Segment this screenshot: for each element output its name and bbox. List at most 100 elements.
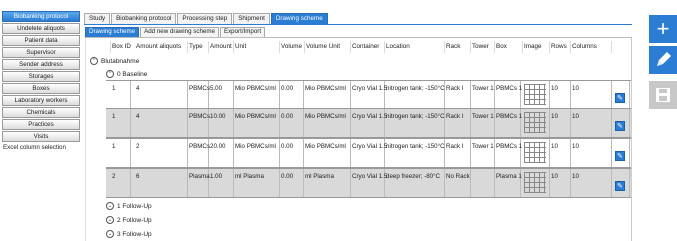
table-row[interactable]: 1 2 PBMCs 20.00 Mio PBMCs/ml 0.00 Mio PBMCs/ml… xyxy=(106,138,631,168)
tab-processing-step[interactable]: Processing step xyxy=(177,13,233,24)
cell-volume: 0.00 xyxy=(281,113,294,120)
col-header-amount-aliquots[interactable]: Amount aliquots xyxy=(136,43,181,50)
box-image xyxy=(524,112,546,133)
nav-supervisor[interactable]: Supervisor xyxy=(2,47,80,58)
table-row[interactable]: 1 4 PBMCs 10.00 Mio PBMCs/ml 0.00 Mio PBMCs/ml… xyxy=(106,108,631,138)
collapse-icon[interactable]: ⌃ xyxy=(106,70,114,78)
cell-amount: 5.00 xyxy=(210,85,223,92)
cell-container: Cryo Vial 1.5 xyxy=(352,173,388,180)
subtab-export-import[interactable]: Export/Import xyxy=(219,27,266,37)
cell-location: deep freezer; -80°C xyxy=(386,173,441,180)
add-button[interactable]: + xyxy=(649,15,677,43)
pencil-icon: ✎ xyxy=(617,123,623,130)
cell-columns: 10 xyxy=(572,85,579,92)
collapse-icon[interactable]: ⌃ xyxy=(90,57,98,65)
group-label: 1 Follow-Up xyxy=(117,202,152,210)
nav-boxes[interactable]: Boxes xyxy=(2,83,80,94)
cell-amount-aliquots: 2 xyxy=(136,143,140,150)
tab-biobanking-protocol[interactable]: Biobanking protocol xyxy=(111,13,177,24)
cell-divider xyxy=(350,81,351,109)
header-divider xyxy=(350,41,351,53)
group-follow-up-3[interactable]: ⌄ 3 Follow-Up xyxy=(106,230,152,238)
header-divider xyxy=(470,41,471,53)
cell-divider xyxy=(233,109,234,137)
col-header-location[interactable]: Location xyxy=(386,43,410,50)
cell-divider xyxy=(549,139,550,167)
col-header-volume-unit[interactable]: Volume Unit xyxy=(306,43,340,50)
row-edit-button[interactable]: ✎ xyxy=(615,151,625,161)
cell-divider xyxy=(570,109,571,137)
row-edit-button[interactable]: ✎ xyxy=(615,181,625,191)
cell-divider xyxy=(130,139,131,167)
cell-divider xyxy=(279,169,280,197)
cell-divider xyxy=(350,109,351,137)
tab-study[interactable]: Study xyxy=(84,13,111,24)
col-header-type[interactable]: Type xyxy=(189,43,203,50)
nav-excel-column-selection[interactable]: Excel column selection xyxy=(2,143,80,154)
cell-location: nitrogen tank; -150°C xyxy=(386,143,445,150)
cell-rows: 10 xyxy=(551,85,558,92)
pencil-icon: ✎ xyxy=(617,153,623,160)
col-header-tower[interactable]: Tower xyxy=(472,43,489,50)
col-header-volume[interactable]: Volume xyxy=(281,43,302,50)
col-header-container[interactable]: Container xyxy=(352,43,379,50)
header-divider xyxy=(444,41,445,53)
tab-shipment[interactable]: Shipment xyxy=(233,13,270,24)
subtab-drawing-scheme[interactable]: Drawing scheme xyxy=(85,27,140,37)
row-edit-button[interactable]: ✎ xyxy=(615,121,625,131)
col-header-rows[interactable]: Rows xyxy=(551,43,567,50)
group-follow-up-1[interactable]: ⌄ 1 Follow-Up xyxy=(106,202,152,210)
expand-icon[interactable]: ⌄ xyxy=(106,230,114,238)
box-image xyxy=(524,142,546,163)
subtab-add-new-drawing-scheme[interactable]: Add new drawing scheme xyxy=(140,27,219,37)
cell-divider xyxy=(303,169,304,197)
col-header-rack[interactable]: Rack xyxy=(446,43,460,50)
cell-unit: ml Plasma xyxy=(235,173,264,180)
nav-visits[interactable]: Visits xyxy=(2,131,80,142)
group-blutabnahme[interactable]: ⌃ Blutabnahme xyxy=(90,57,139,65)
cell-volume: 0.00 xyxy=(281,173,294,180)
nav-sender-address[interactable]: Sender address xyxy=(2,59,80,70)
col-header-unit[interactable]: Unit xyxy=(235,43,246,50)
nav-undelete-aliquots[interactable]: Undelete aliquots xyxy=(2,23,80,34)
cell-type: Plasma xyxy=(189,173,210,180)
col-header-amount[interactable]: Amount xyxy=(210,43,232,50)
left-navigation: Biobanking protocol Undelete aliquots Pa… xyxy=(2,11,80,155)
header-divider xyxy=(187,41,188,53)
nav-biobanking-protocol[interactable]: Biobanking protocol xyxy=(2,11,80,22)
nav-storages[interactable]: Storages xyxy=(2,71,80,82)
cell-volume: 0.00 xyxy=(281,85,294,92)
cell-tower: Tower 1 xyxy=(472,143,494,150)
group-follow-up-2[interactable]: ⌄ 2 Follow-Up xyxy=(106,216,152,224)
save-button[interactable] xyxy=(649,81,677,109)
cell-volume-unit: Mio PBMCs/ml xyxy=(305,143,346,150)
cell-divider xyxy=(629,109,630,137)
col-header-image[interactable]: Image xyxy=(524,43,542,50)
expand-icon[interactable]: ⌄ xyxy=(106,202,114,210)
main-tabs: Study Biobanking protocol Processing ste… xyxy=(84,13,329,24)
cell-divider xyxy=(570,139,571,167)
cell-box-id: 1 xyxy=(112,85,116,92)
nav-laboratory-workers[interactable]: Laboratory workers xyxy=(2,95,80,106)
nav-practices[interactable]: Practices xyxy=(2,119,80,130)
pencil-icon: ✎ xyxy=(617,95,623,102)
nav-chemicals[interactable]: Chemicals xyxy=(2,107,80,118)
row-edit-button[interactable]: ✎ xyxy=(615,93,625,103)
drawing-scheme-grid: Box ID Amount aliquots Type Amount Unit … xyxy=(85,38,632,241)
table-row[interactable]: 2 6 Plasma 1.00 ml Plasma 0.00 ml Plasma Cryo V… xyxy=(106,168,631,198)
group-baseline[interactable]: ⌃ 0 Baseline xyxy=(106,70,147,78)
table-row[interactable]: 1 4 PBMCs 5.00 Mio PBMCs/ml 0.00 Mio PBMCs/ml C… xyxy=(106,80,631,110)
group-label: Blutabnahme xyxy=(101,57,140,65)
col-header-box-id[interactable]: Box ID xyxy=(112,43,131,50)
tab-drawing-scheme[interactable]: Drawing scheme xyxy=(270,13,328,24)
expand-icon[interactable]: ⌄ xyxy=(106,216,114,224)
nav-patient-data[interactable]: Patient data xyxy=(2,35,80,46)
tab-divider xyxy=(84,24,632,25)
cell-divider xyxy=(494,169,495,197)
edit-button[interactable] xyxy=(649,46,677,74)
header-divider xyxy=(208,41,209,53)
col-header-box[interactable]: Box xyxy=(496,43,507,50)
group-label: 2 Follow-Up xyxy=(117,216,152,224)
col-header-columns[interactable]: Columns xyxy=(572,43,597,50)
cell-tower: Tower 1 xyxy=(472,85,494,92)
